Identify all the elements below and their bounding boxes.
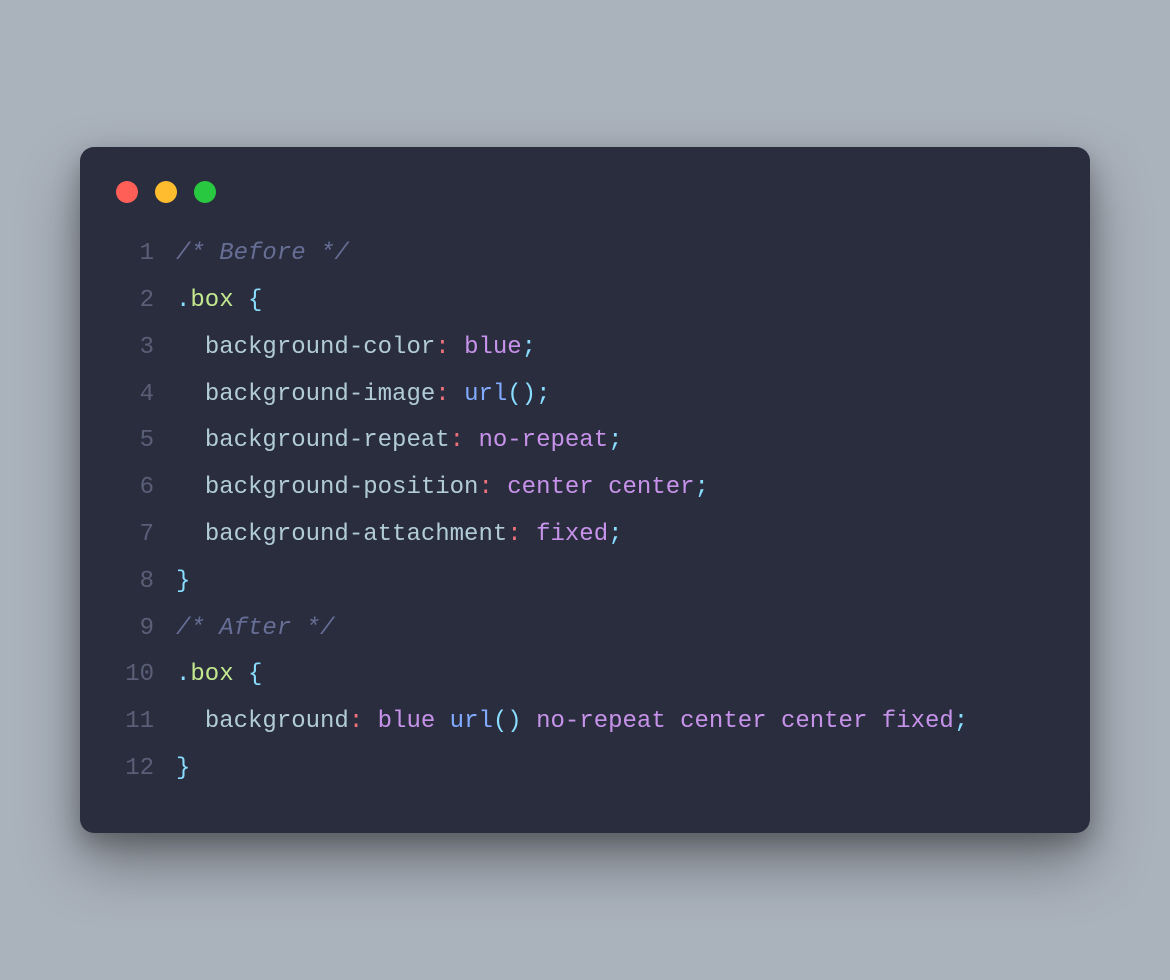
indent bbox=[176, 708, 205, 735]
line-number: 7 bbox=[110, 512, 176, 559]
line-content: } bbox=[176, 746, 1060, 793]
line-number: 4 bbox=[110, 372, 176, 419]
line-number: 9 bbox=[110, 606, 176, 653]
line-number: 1 bbox=[110, 231, 176, 278]
indent bbox=[176, 427, 205, 454]
line-number: 11 bbox=[110, 699, 176, 746]
code-block: 1/* Before */2.box {3 background-color: … bbox=[110, 231, 1060, 793]
indent bbox=[176, 474, 205, 501]
line-number: 8 bbox=[110, 559, 176, 606]
line-number: 10 bbox=[110, 652, 176, 699]
code-line: 10.box { bbox=[110, 652, 1060, 699]
line-content: background-repeat: no-repeat; bbox=[176, 418, 1060, 465]
line-content: background-attachment: fixed; bbox=[176, 512, 1060, 559]
token-plain bbox=[450, 334, 464, 361]
token-sel: box bbox=[190, 287, 233, 314]
token-paren: ) bbox=[507, 708, 521, 735]
token-plain bbox=[234, 661, 248, 688]
token-sel: box bbox=[190, 661, 233, 688]
token-prop: background-repeat bbox=[205, 427, 450, 454]
token-colon: : bbox=[435, 334, 449, 361]
line-content: .box { bbox=[176, 278, 1060, 325]
line-number: 12 bbox=[110, 746, 176, 793]
line-number: 6 bbox=[110, 465, 176, 512]
token-semi: ; bbox=[536, 381, 550, 408]
token-func: url bbox=[464, 381, 507, 408]
token-semi: ; bbox=[522, 334, 536, 361]
token-comment: /* After */ bbox=[176, 615, 334, 642]
line-content: } bbox=[176, 559, 1060, 606]
traffic-lights bbox=[110, 175, 1060, 231]
token-value: blue bbox=[378, 708, 450, 735]
token-colon: : bbox=[435, 381, 449, 408]
token-value: no-repeat bbox=[478, 427, 608, 454]
line-number: 3 bbox=[110, 325, 176, 372]
token-paren: ( bbox=[493, 708, 507, 735]
token-prop: background-attachment bbox=[205, 521, 507, 548]
indent bbox=[176, 521, 205, 548]
token-plain bbox=[493, 474, 507, 501]
code-line: 2.box { bbox=[110, 278, 1060, 325]
token-func: url bbox=[450, 708, 493, 735]
token-comment: /* Before */ bbox=[176, 240, 349, 267]
token-paren: ) bbox=[522, 381, 536, 408]
token-semi: ; bbox=[695, 474, 709, 501]
code-line: 8} bbox=[110, 559, 1060, 606]
token-value: no-repeat center center fixed bbox=[522, 708, 954, 735]
code-line: 1/* Before */ bbox=[110, 231, 1060, 278]
token-value: center center bbox=[507, 474, 694, 501]
code-line: 5 background-repeat: no-repeat; bbox=[110, 418, 1060, 465]
traffic-light-minimize-icon[interactable] bbox=[155, 181, 177, 203]
token-brace: } bbox=[176, 755, 190, 782]
token-plain bbox=[234, 287, 248, 314]
code-line: 12} bbox=[110, 746, 1060, 793]
traffic-light-maximize-icon[interactable] bbox=[194, 181, 216, 203]
indent bbox=[176, 381, 205, 408]
line-content: /* After */ bbox=[176, 606, 1060, 653]
token-colon: : bbox=[507, 521, 521, 548]
line-content: background-image: url(); bbox=[176, 372, 1060, 419]
line-content: background-color: blue; bbox=[176, 325, 1060, 372]
code-line: 3 background-color: blue; bbox=[110, 325, 1060, 372]
token-plain bbox=[522, 521, 536, 548]
token-colon: : bbox=[478, 474, 492, 501]
code-line: 7 background-attachment: fixed; bbox=[110, 512, 1060, 559]
line-number: 5 bbox=[110, 418, 176, 465]
token-plain bbox=[363, 708, 377, 735]
token-paren: ( bbox=[507, 381, 521, 408]
token-prop: background-image bbox=[205, 381, 435, 408]
token-semi: ; bbox=[608, 427, 622, 454]
line-content: background-position: center center; bbox=[176, 465, 1060, 512]
line-number: 2 bbox=[110, 278, 176, 325]
token-dot: . bbox=[176, 287, 190, 314]
token-brace: { bbox=[248, 661, 262, 688]
code-line: 4 background-image: url(); bbox=[110, 372, 1060, 419]
line-content: .box { bbox=[176, 652, 1060, 699]
token-brace: { bbox=[248, 287, 262, 314]
token-plain bbox=[450, 381, 464, 408]
line-content: background: blue url() no-repeat center … bbox=[176, 699, 1060, 746]
code-line: 9/* After */ bbox=[110, 606, 1060, 653]
page-stage: 1/* Before */2.box {3 background-color: … bbox=[0, 0, 1170, 980]
token-prop: background-color bbox=[205, 334, 435, 361]
token-brace: } bbox=[176, 568, 190, 595]
token-semi: ; bbox=[608, 521, 622, 548]
traffic-light-close-icon[interactable] bbox=[116, 181, 138, 203]
token-semi: ; bbox=[954, 708, 968, 735]
code-line: 11 background: blue url() no-repeat cent… bbox=[110, 699, 1060, 746]
token-dot: . bbox=[176, 661, 190, 688]
code-editor-window: 1/* Before */2.box {3 background-color: … bbox=[80, 147, 1090, 833]
token-prop: background-position bbox=[205, 474, 479, 501]
code-line: 6 background-position: center center; bbox=[110, 465, 1060, 512]
token-value: fixed bbox=[536, 521, 608, 548]
token-colon: : bbox=[450, 427, 464, 454]
token-plain bbox=[464, 427, 478, 454]
token-colon: : bbox=[349, 708, 363, 735]
token-value: blue bbox=[464, 334, 522, 361]
indent bbox=[176, 334, 205, 361]
token-prop: background bbox=[205, 708, 349, 735]
line-content: /* Before */ bbox=[176, 231, 1060, 278]
